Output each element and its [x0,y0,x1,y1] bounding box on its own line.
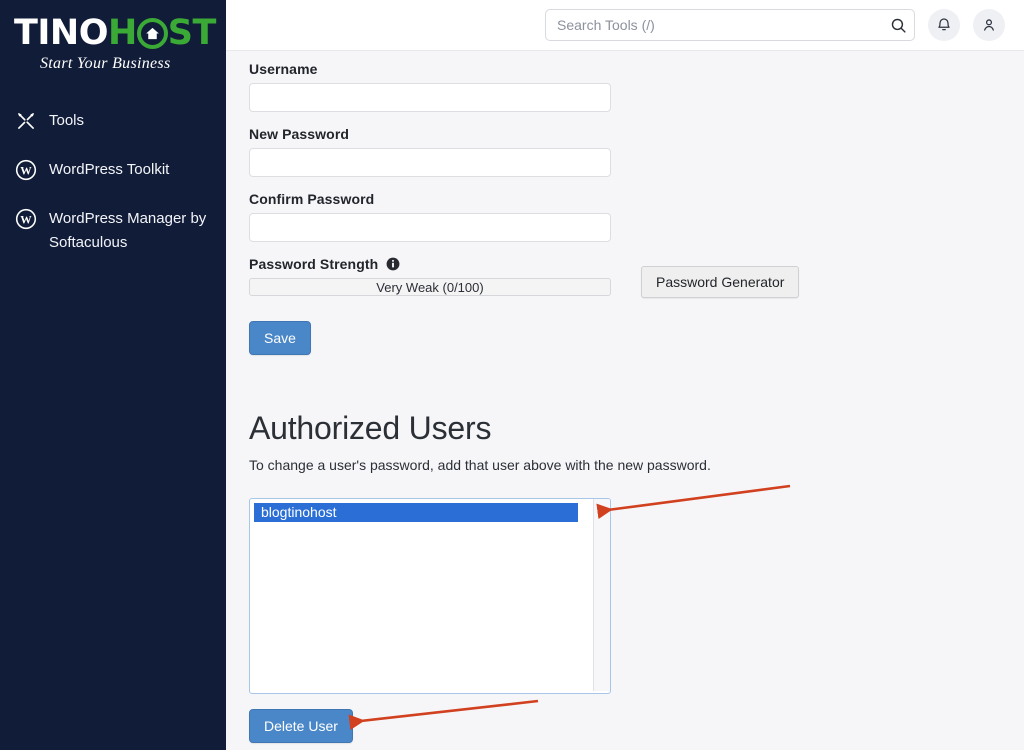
new-password-input[interactable] [249,148,611,177]
search-icon[interactable] [889,16,907,34]
password-strength-label-text: Password Strength [249,256,379,272]
password-strength-label: Password Strength [249,256,1024,272]
logo-tagline: Start Your Business [40,55,171,72]
list-item[interactable]: blogtinohost [254,503,578,522]
page-title: Authorized Users [249,410,492,446]
logo-text-tino: TINO [14,13,108,53]
new-password-label: New Password [249,126,350,142]
delete-button-wrap: Delete User [249,709,1024,743]
sidebar-item-tools[interactable]: Tools [0,109,226,133]
password-strength-value: Very Weak (0/100) [376,279,484,295]
sidebar-item-wordpress-manager[interactable]: W WordPress Manager by Softaculous [0,207,226,255]
password-generator-button[interactable]: Password Generator [641,266,800,298]
password-strength-bar: Very Weak (0/100) [249,278,611,296]
save-button[interactable]: Save [249,321,311,355]
logo-wordmark: TINO H ST [14,16,226,51]
info-icon[interactable] [386,257,400,271]
listbox-inner: blogtinohost [254,503,610,693]
search-box [545,9,915,41]
username-input[interactable] [249,83,611,112]
svg-text:W: W [20,214,32,226]
sidebar-item-label: Tools [49,112,85,129]
password-strength-row: Very Weak (0/100) Password Generator [249,266,1024,298]
main-area: Username New Password Confirm Password P… [226,0,1024,750]
save-button-wrap: Save [249,321,1024,355]
house-in-circle-icon [136,18,168,49]
section-description: To change a user's password, add that us… [249,457,711,473]
page-root: TINO H ST Start Your Business Tools W Wo… [0,0,1024,750]
svg-text:W: W [20,165,32,177]
search-input[interactable] [545,9,915,41]
top-bar [226,0,1024,51]
confirm-password-input[interactable] [249,213,611,242]
wordpress-icon: W [14,158,38,182]
wordpress-icon: W [14,207,38,231]
bell-icon[interactable] [928,9,960,41]
user-icon[interactable] [973,9,1005,41]
listbox-scrollbar[interactable] [593,499,610,691]
sidebar-nav: Tools W WordPress Toolkit W WordPress Ma… [0,109,226,255]
sidebar-item-label: WordPress Toolkit [49,161,170,178]
delete-user-button[interactable]: Delete User [249,709,353,743]
confirm-password-label: Confirm Password [249,191,375,207]
content-panel: Username New Password Confirm Password P… [226,51,1024,743]
brand-logo[interactable]: TINO H ST Start Your Business [0,0,226,73]
sidebar: TINO H ST Start Your Business Tools W Wo… [0,0,226,750]
tools-icon [14,109,38,133]
sidebar-item-wordpress-toolkit[interactable]: W WordPress Toolkit [0,158,226,182]
authorized-users-listbox[interactable]: blogtinohost [249,498,611,694]
username-label: Username [249,61,318,77]
logo-text-st: ST [167,13,217,53]
sidebar-item-label: WordPress Manager by Softaculous [49,210,207,251]
logo-text-h: H [107,13,137,53]
